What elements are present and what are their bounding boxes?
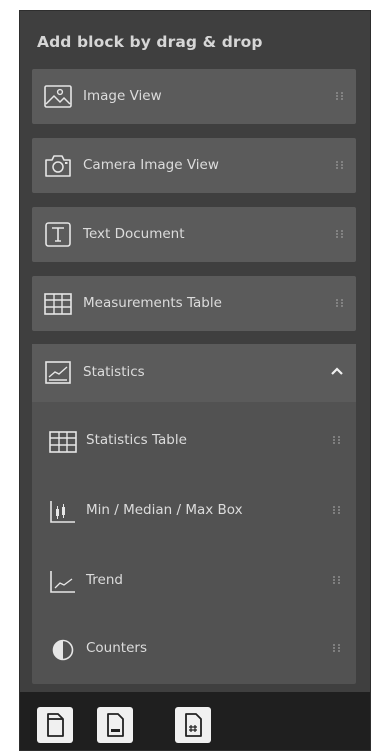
table-icon bbox=[43, 290, 73, 317]
block-label: Image View bbox=[83, 88, 162, 104]
statistics-label: Statistics bbox=[83, 364, 145, 380]
block-camera-image-view[interactable]: Camera Image View bbox=[32, 138, 356, 193]
statistics-chart-icon bbox=[43, 359, 73, 386]
block-measurements-table[interactable]: Measurements Table bbox=[32, 276, 356, 331]
block-counters[interactable]: Counters bbox=[32, 616, 356, 684]
block-statistics-table[interactable]: Statistics Table bbox=[32, 408, 356, 476]
drag-handle-icon[interactable] bbox=[333, 644, 341, 652]
chevron-up-icon[interactable] bbox=[330, 366, 344, 376]
box-plot-icon bbox=[48, 498, 78, 525]
block-min-median-max-box[interactable]: Min / Median / Max Box bbox=[32, 478, 356, 546]
statistics-group: Statistics Statistics Table Min / Median… bbox=[32, 344, 356, 684]
drag-handle-icon[interactable] bbox=[333, 506, 341, 514]
trend-icon bbox=[48, 568, 78, 595]
page-footer-button[interactable] bbox=[97, 707, 133, 743]
block-trend[interactable]: Trend bbox=[32, 548, 356, 616]
text-document-icon bbox=[43, 221, 73, 248]
block-label: Min / Median / Max Box bbox=[86, 502, 243, 518]
page-button[interactable] bbox=[37, 707, 73, 743]
drag-handle-icon[interactable] bbox=[333, 436, 341, 444]
drag-handle-icon[interactable] bbox=[336, 161, 344, 169]
block-label: Measurements Table bbox=[83, 295, 222, 311]
table-icon bbox=[48, 428, 78, 455]
page-number-button[interactable] bbox=[175, 707, 211, 743]
block-label: Camera Image View bbox=[83, 157, 219, 173]
block-text-document[interactable]: Text Document bbox=[32, 207, 356, 262]
drag-handle-icon[interactable] bbox=[333, 576, 341, 584]
camera-icon bbox=[43, 152, 73, 179]
image-icon bbox=[43, 83, 73, 110]
footer-toolbar bbox=[20, 692, 370, 750]
drag-handle-icon[interactable] bbox=[336, 92, 344, 100]
block-label: Trend bbox=[86, 572, 123, 588]
block-label: Statistics Table bbox=[86, 432, 187, 448]
drag-handle-icon[interactable] bbox=[336, 299, 344, 307]
block-label: Text Document bbox=[83, 226, 185, 242]
drag-handle-icon[interactable] bbox=[336, 230, 344, 238]
add-block-panel: Add block by drag & drop Image View Came… bbox=[19, 10, 371, 751]
statistics-group-header[interactable]: Statistics bbox=[32, 344, 356, 402]
block-label: Counters bbox=[86, 640, 147, 656]
block-image-view[interactable]: Image View bbox=[32, 69, 356, 124]
panel-title: Add block by drag & drop bbox=[37, 33, 263, 51]
counters-icon bbox=[48, 636, 78, 663]
